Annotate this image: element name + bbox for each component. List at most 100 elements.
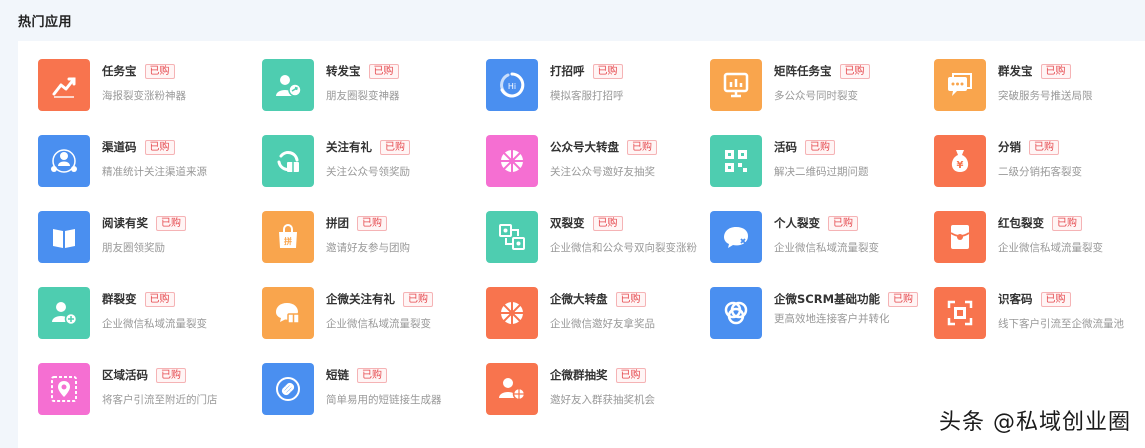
app-card[interactable]: 群裂变 已购企业微信私域流量裂变 (38, 287, 262, 363)
chat-bubble-icon (710, 211, 762, 263)
app-info: 群裂变 已购企业微信私域流量裂变 (102, 291, 252, 333)
purchased-badge: 已购 (403, 291, 433, 307)
app-info: 活码 已购 解决二维码过期问题 (774, 139, 924, 181)
broadcast-icon (934, 59, 986, 111)
app-card[interactable]: 红包裂变 已购 企业微信私域流量裂变 (934, 211, 1145, 287)
app-name-row: 红包裂变 已购 (998, 215, 1145, 231)
app-card[interactable]: 个人裂变 已购企业微信私域流量裂变 (710, 211, 934, 287)
app-info: 个人裂变 已购企业微信私域流量裂变 (774, 215, 924, 257)
app-name: 任务宝 (102, 64, 137, 78)
app-name: 企微关注有礼 (326, 292, 395, 306)
app-info: 渠道码 已购 精准统计关注渠道来源 (102, 139, 252, 181)
matrix-chart-icon (710, 59, 762, 111)
app-info: 企微大转盘 已购企业微信邀好友拿奖品 (550, 291, 700, 333)
app-name-row: 活码 已购 (774, 139, 924, 155)
app-info: 拼团 已购 邀请好友参与团购 (326, 215, 476, 257)
app-card[interactable]: ¥ 分销 已购 二级分销拓客裂变 (934, 135, 1145, 211)
app-name: 阅读有奖 (102, 216, 148, 230)
app-card[interactable]: 企微群抽奖 已购邀好友入群获抽奖机会 (486, 363, 710, 439)
app-description: 企业微信邀好友拿奖品 (550, 318, 655, 330)
app-info: 企微SCRM基础功能 已购 更高效地连接客户并转化 (774, 291, 924, 328)
app-name-row: 区域活码 已购 (102, 367, 252, 383)
app-card[interactable]: 区域活码 已购将客户引流至附近的门店 (38, 363, 262, 439)
purchased-badge: 已购 (1052, 215, 1082, 231)
purchased-badge: 已购 (592, 215, 623, 231)
app-name: 分销 (998, 140, 1021, 154)
app-card[interactable]: 任务宝 已购 海报裂变涨粉神器 (38, 59, 262, 135)
app-card[interactable]: 矩阵任务宝 已购多公众号同时裂变 (710, 59, 934, 135)
app-info: 关注有礼 已购 关注公众号领奖励 (326, 139, 476, 181)
app-description: 多公众号同时裂变 (774, 90, 858, 102)
app-card[interactable]: 识客码 已购线下客户引流至企微流量池 (934, 287, 1145, 363)
app-description: 二级分销拓客裂变 (998, 166, 1082, 178)
app-name: 红包裂变 (998, 216, 1044, 230)
app-card[interactable]: 短链 已购 简单易用的短链接生成器 (262, 363, 486, 439)
app-name: 企微大转盘 (550, 292, 608, 306)
app-card[interactable]: 阅读有奖 已购 朋友圈领奖励 (38, 211, 262, 287)
app-name: 个人裂变 (774, 216, 820, 230)
app-info: 分销 已购 二级分销拓客裂变 (998, 139, 1145, 181)
shopping-bag-icon: 拼 (262, 211, 314, 263)
app-description: 线下客户引流至企微流量池 (998, 318, 1124, 330)
apps-panel: 任务宝 已购 海报裂变涨粉神器 转发宝 已购 朋友圈裂变神器 Hi 打招呼 已购 模拟客服打招呼矩… (18, 41, 1145, 448)
follow-gift-icon (262, 135, 314, 187)
app-card[interactable]: 企微SCRM基础功能 已购 更高效地连接客户并转化 (710, 287, 934, 363)
app-name-row: 识客码 已购 (998, 291, 1145, 307)
app-description: 邀好友入群获抽奖机会 (550, 394, 655, 406)
app-description: 精准统计关注渠道来源 (102, 166, 207, 178)
app-card[interactable]: 群发宝 已购 突破服务号推送局限 (934, 59, 1145, 135)
purchased-badge: 已购 (839, 63, 870, 79)
purchased-badge: 已购 (380, 139, 410, 155)
app-card[interactable]: 企微大转盘 已购企业微信邀好友拿奖品 (486, 287, 710, 363)
app-info: 公众号大转盘 已购关注公众号邀好友抽奖 (550, 139, 700, 181)
app-name: 矩阵任务宝 (774, 64, 832, 78)
app-description: 突破服务号推送局限 (998, 90, 1093, 102)
app-card[interactable]: 转发宝 已购 朋友圈裂变神器 (262, 59, 486, 135)
qr-code-icon (710, 135, 762, 187)
app-name-row: 群裂变 已购 (102, 291, 252, 307)
purchased-badge: 已购 (805, 139, 835, 155)
app-name: 公众号大转盘 (550, 140, 619, 154)
purchased-badge: 已购 (615, 291, 646, 307)
app-card[interactable]: Hi 打招呼 已购模拟客服打招呼 (486, 59, 710, 135)
watermark: 头条 @私域创业圈 (939, 410, 1131, 435)
app-card[interactable]: 拼 拼团 已购 邀请好友参与团购 (262, 211, 486, 287)
app-info: 企微群抽奖 已购邀好友入群获抽奖机会 (550, 367, 700, 409)
purchased-badge: 已购 (1040, 63, 1071, 79)
app-name-row: 任务宝 已购 (102, 63, 252, 79)
app-description: 将客户引流至附近的门店 (102, 394, 218, 406)
app-info: 红包裂变 已购 企业微信私域流量裂变 (998, 215, 1145, 257)
app-card[interactable]: 企微关注有礼 已购 企业微信私域流量裂变 (262, 287, 486, 363)
purchased-badge: 已购 (144, 63, 175, 79)
app-info: 区域活码 已购将客户引流至附近的门店 (102, 367, 252, 409)
app-name: 群裂变 (102, 292, 137, 306)
app-card[interactable]: 双裂变 已购 企业微信和公众号双向裂变涨粉 (486, 211, 710, 287)
purchased-badge: 已购 (828, 215, 858, 231)
app-description: 企业微信私域流量裂变 (102, 318, 207, 330)
location-qr-icon (38, 363, 90, 415)
app-name: 拼团 (326, 216, 349, 230)
app-name-row: 打招呼 已购 (550, 63, 700, 79)
app-name-row: 个人裂变 已购 (774, 215, 924, 231)
app-name-row: 拼团 已购 (326, 215, 476, 231)
wecom-gift-icon (262, 287, 314, 339)
app-name-row: 企微群抽奖 已购 (550, 367, 700, 383)
wheel-icon (486, 135, 538, 187)
app-card[interactable]: 公众号大转盘 已购关注公众号邀好友抽奖 (486, 135, 710, 211)
app-name-row: 阅读有奖 已购 (102, 215, 252, 231)
app-info: 打招呼 已购模拟客服打招呼 (550, 63, 700, 105)
svg-text:拼: 拼 (284, 236, 292, 246)
app-info: 双裂变 已购 企业微信和公众号双向裂变涨粉 (550, 215, 700, 257)
app-description: 模拟客服打招呼 (550, 90, 624, 102)
app-info: 转发宝 已购 朋友圈裂变神器 (326, 63, 476, 105)
purchased-badge: 已购 (888, 291, 919, 307)
app-card[interactable]: 关注有礼 已购 关注公众号领奖励 (262, 135, 486, 211)
app-description: 关注公众号邀好友抽奖 (550, 166, 655, 178)
app-card[interactable]: 活码 已购 解决二维码过期问题 (710, 135, 934, 211)
app-description: 企业微信私域流量裂变 (774, 242, 879, 254)
app-name-row: 公众号大转盘 已购 (550, 139, 700, 155)
purchased-badge: 已购 (1040, 291, 1071, 307)
app-card[interactable]: 渠道码 已购 精准统计关注渠道来源 (38, 135, 262, 211)
greeting-icon: Hi (486, 59, 538, 111)
user-share-icon (262, 59, 314, 111)
